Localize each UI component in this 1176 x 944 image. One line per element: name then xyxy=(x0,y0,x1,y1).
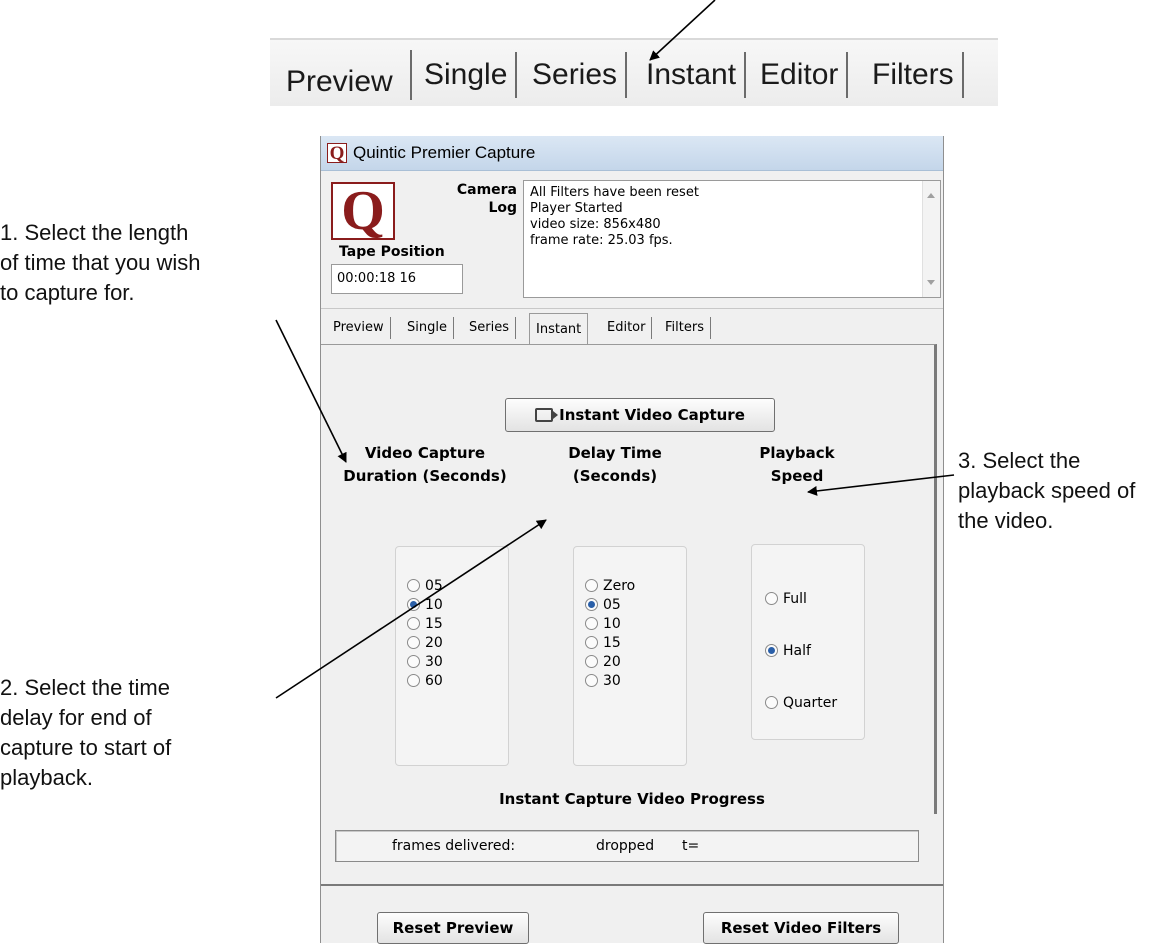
annotation-arrows xyxy=(275,0,955,699)
arrow-to-duration xyxy=(275,319,347,463)
arrow-to-playback xyxy=(807,474,955,496)
arrow-to-delay xyxy=(275,519,547,699)
arrow-to-instant-tab xyxy=(649,0,716,61)
